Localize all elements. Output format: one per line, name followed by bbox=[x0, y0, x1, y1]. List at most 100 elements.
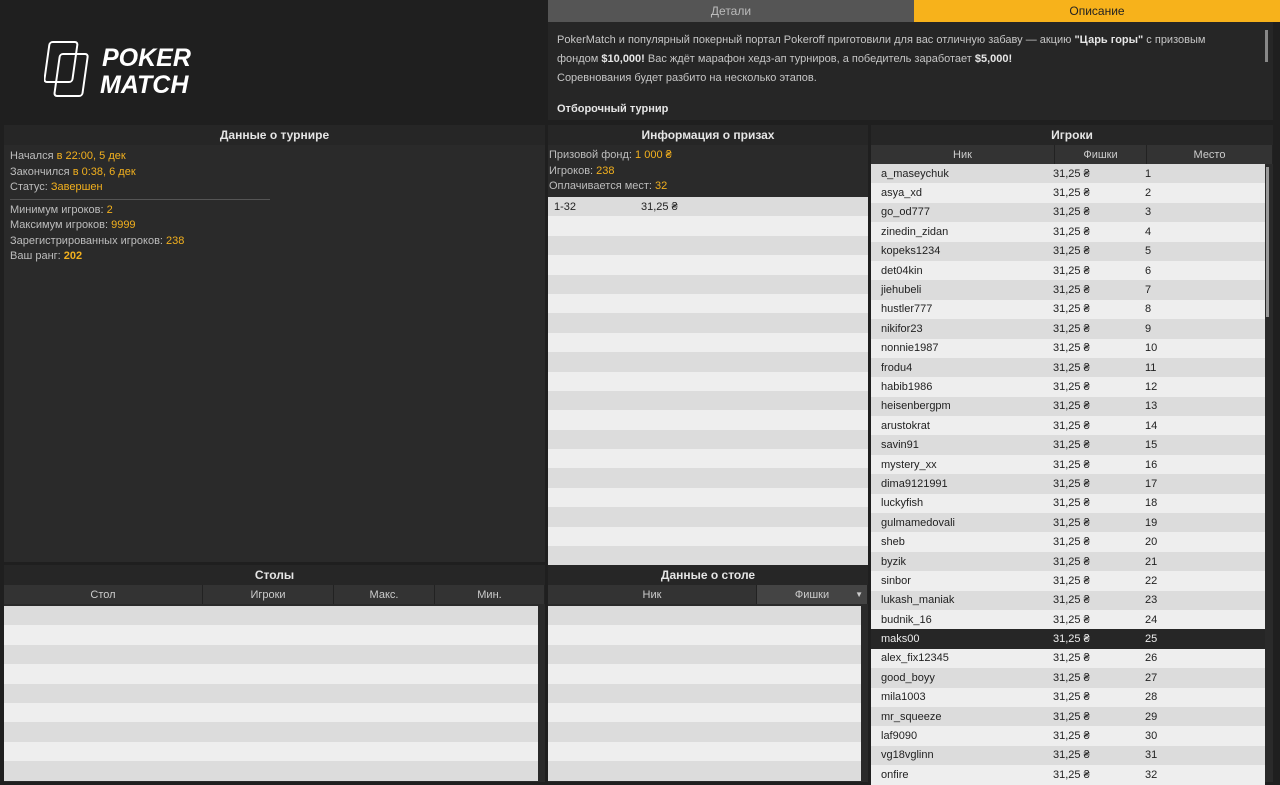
player-row[interactable]: vg18vglinn 31,25 ₴ 31 bbox=[871, 745, 1265, 766]
player-nick: luckyfish bbox=[881, 497, 924, 510]
player-chips: 31,25 ₴ bbox=[1053, 303, 1090, 316]
empty-row bbox=[548, 702, 861, 723]
player-row[interactable]: nikifor23 31,25 ₴ 9 bbox=[871, 319, 1265, 339]
player-chips: 31,25 ₴ bbox=[1053, 380, 1090, 393]
column-header-nick[interactable]: Ник bbox=[548, 585, 757, 604]
panel-title: Информация о призах bbox=[548, 125, 868, 145]
player-chips: 31,25 ₴ bbox=[1053, 439, 1090, 452]
player-chips: 31,25 ₴ bbox=[1053, 245, 1090, 258]
player-row[interactable]: budnik_16 31,25 ₴ 24 bbox=[871, 609, 1265, 630]
player-nick: nonnie1987 bbox=[881, 342, 939, 355]
empty-row bbox=[4, 761, 538, 781]
empty-row bbox=[548, 644, 861, 665]
column-header-chips[interactable]: Фишки bbox=[1055, 145, 1147, 164]
player-nick: onfire bbox=[881, 768, 909, 781]
player-nick: good_boyy bbox=[881, 671, 935, 684]
player-row[interactable]: nonnie1987 31,25 ₴ 10 bbox=[871, 338, 1265, 358]
prize-row bbox=[548, 526, 868, 547]
player-row[interactable]: frodu4 31,25 ₴ 11 bbox=[871, 357, 1265, 378]
prize-row bbox=[548, 293, 868, 314]
player-row[interactable]: good_boyy 31,25 ₴ 27 bbox=[871, 668, 1265, 688]
player-chips: 31,25 ₴ bbox=[1053, 633, 1090, 646]
column-header-table[interactable]: Стол bbox=[4, 585, 203, 604]
player-row[interactable]: zinedin_zidan 31,25 ₴ 4 bbox=[871, 222, 1265, 242]
info-line: Зарегистрированных игроков: 238 bbox=[4, 234, 545, 250]
info-value: 202 bbox=[63, 250, 83, 262]
empty-row bbox=[548, 741, 861, 762]
prize-row bbox=[548, 449, 868, 469]
prize-row bbox=[548, 429, 868, 450]
info-value: 2 bbox=[106, 203, 113, 216]
prize-row bbox=[548, 546, 868, 566]
player-nick: mila1003 bbox=[881, 691, 926, 704]
player-nick: frodu4 bbox=[881, 361, 913, 374]
column-header-min[interactable]: Мин. bbox=[435, 585, 545, 604]
info-label: Закончился bbox=[10, 165, 73, 178]
player-place: 24 bbox=[1145, 613, 1158, 626]
column-header-place[interactable]: Место bbox=[1147, 145, 1273, 164]
sort-arrow-icon: ▼ bbox=[855, 590, 863, 599]
player-chips: 31,25 ₴ bbox=[1053, 574, 1090, 587]
column-header-players[interactable]: Игроки bbox=[203, 585, 334, 604]
player-place: 13 bbox=[1145, 400, 1158, 413]
empty-row bbox=[4, 606, 538, 626]
player-row[interactable]: mila1003 31,25 ₴ 28 bbox=[871, 687, 1265, 707]
column-header-max[interactable]: Макс. bbox=[334, 585, 435, 604]
player-row[interactable]: mr_squeeze 31,25 ₴ 29 bbox=[871, 706, 1265, 727]
player-row[interactable]: laf9090 31,25 ₴ 30 bbox=[871, 726, 1265, 746]
player-row[interactable]: byzik 31,25 ₴ 21 bbox=[871, 551, 1265, 572]
table-data-panel: Данные о столе Ник Фишки ▼ bbox=[548, 565, 868, 782]
info-value: 9999 bbox=[111, 219, 136, 231]
player-row[interactable]: det04kin 31,25 ₴ 6 bbox=[871, 260, 1265, 281]
description-scrollbar[interactable] bbox=[1265, 30, 1268, 62]
player-row[interactable]: asya_xd 31,25 ₴ 2 bbox=[871, 183, 1265, 203]
player-row[interactable]: arustokrat 31,25 ₴ 14 bbox=[871, 416, 1265, 436]
player-row[interactable]: dima9121991 31,25 ₴ 17 bbox=[871, 474, 1265, 494]
column-header-nick[interactable]: Ник bbox=[871, 145, 1055, 164]
player-place: 5 bbox=[1145, 245, 1152, 258]
info-line: Статус: Завершен bbox=[4, 180, 545, 196]
players-scrollbar[interactable] bbox=[1266, 167, 1269, 317]
prize-row bbox=[548, 216, 868, 236]
column-header-chips[interactable]: Фишки ▼ bbox=[757, 585, 868, 604]
player-place: 21 bbox=[1145, 555, 1158, 568]
player-row[interactable]: sheb 31,25 ₴ 20 bbox=[871, 532, 1265, 552]
player-chips: 31,25 ₴ bbox=[1053, 555, 1090, 568]
player-place: 18 bbox=[1145, 497, 1158, 510]
prize-row bbox=[548, 274, 868, 294]
player-nick: mystery_xx bbox=[881, 458, 937, 471]
player-row[interactable]: kopeks1234 31,25 ₴ 5 bbox=[871, 241, 1265, 261]
info-value: в 0:38, 6 дек bbox=[72, 165, 136, 178]
player-row[interactable]: alex_fix12345 31,25 ₴ 26 bbox=[871, 648, 1265, 669]
prize-row bbox=[548, 255, 868, 275]
tab-details[interactable]: Детали bbox=[548, 0, 914, 22]
prize-row bbox=[548, 352, 868, 372]
player-row[interactable]: heisenbergpm 31,25 ₴ 13 bbox=[871, 396, 1265, 417]
player-row[interactable]: jiehubeli 31,25 ₴ 7 bbox=[871, 280, 1265, 300]
player-chips: 31,25 ₴ bbox=[1053, 206, 1090, 219]
player-row[interactable]: hustler777 31,25 ₴ 8 bbox=[871, 299, 1265, 320]
prizes-panel: Информация о призах Призовой фонд: 1 000… bbox=[548, 125, 868, 566]
player-row[interactable]: luckyfish 31,25 ₴ 18 bbox=[871, 493, 1265, 514]
player-row[interactable]: maks00 31,25 ₴ 25 bbox=[871, 629, 1265, 649]
player-row[interactable]: habib1986 31,25 ₴ 12 bbox=[871, 377, 1265, 397]
player-place: 1 bbox=[1145, 167, 1152, 180]
player-row[interactable]: gulmamedovali 31,25 ₴ 19 bbox=[871, 513, 1265, 533]
player-row[interactable]: go_od777 31,25 ₴ 3 bbox=[871, 202, 1265, 223]
info-line: Оплачивается мест: 32 bbox=[543, 179, 868, 195]
panel-title: Данные о турнире bbox=[4, 125, 545, 145]
player-row[interactable]: sinbor 31,25 ₴ 22 bbox=[871, 571, 1265, 591]
player-row[interactable]: lukash_maniak 31,25 ₴ 23 bbox=[871, 590, 1265, 610]
player-chips: 31,25 ₴ bbox=[1053, 225, 1090, 238]
tab-description[interactable]: Описание bbox=[914, 0, 1280, 22]
player-row[interactable]: savin91 31,25 ₴ 15 bbox=[871, 435, 1265, 455]
info-value: Завершен bbox=[50, 181, 103, 193]
empty-row bbox=[4, 741, 538, 762]
player-nick: nikifor23 bbox=[881, 322, 923, 335]
player-row[interactable]: mystery_xx 31,25 ₴ 16 bbox=[871, 454, 1265, 475]
player-chips: 31,25 ₴ bbox=[1053, 419, 1090, 432]
player-nick: maks00 bbox=[881, 633, 920, 646]
player-row[interactable]: a_maseychuk 31,25 ₴ 1 bbox=[871, 164, 1265, 184]
player-place: 20 bbox=[1145, 536, 1158, 549]
description-paragraph-2: Соревнования будет разбито на несколько … bbox=[557, 72, 817, 84]
